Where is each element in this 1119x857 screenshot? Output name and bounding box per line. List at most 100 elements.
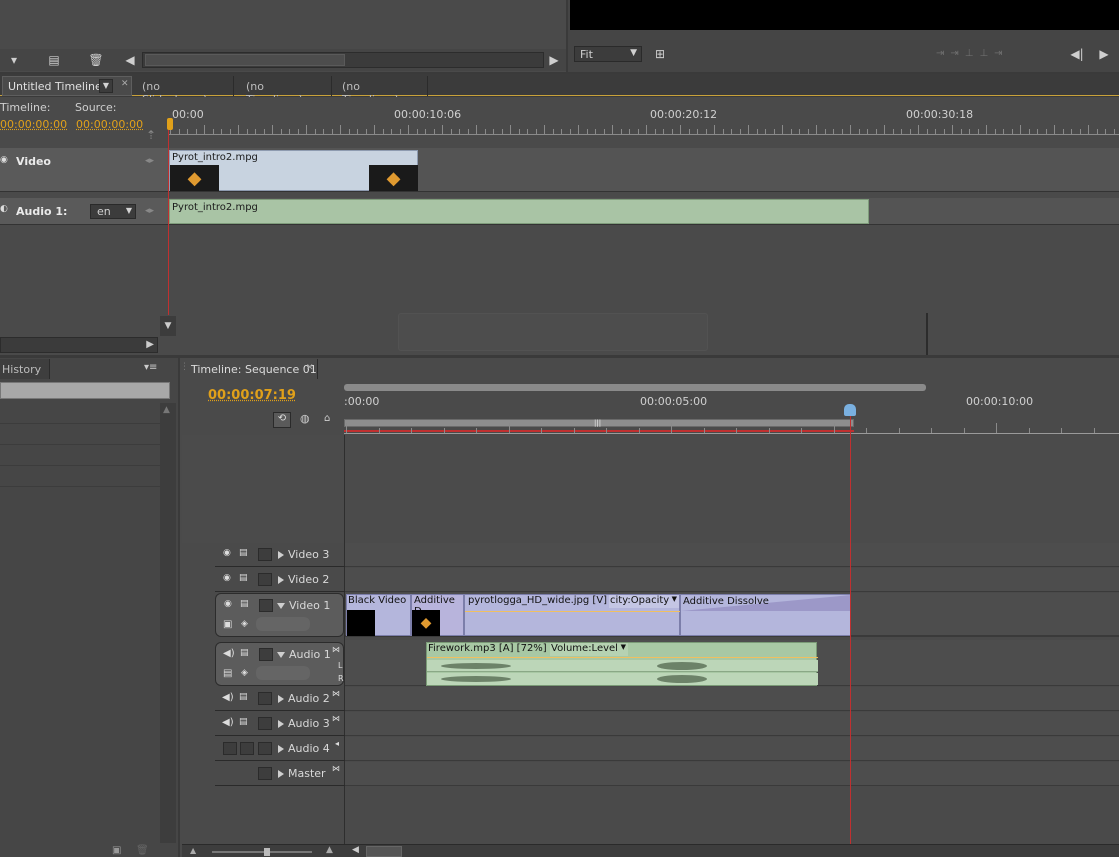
opacity-dropdown[interactable]: city:Opacity ▼ <box>609 595 679 608</box>
scroll-right-icon[interactable]: ▶ <box>546 52 562 68</box>
timeline-zoom-bar[interactable] <box>344 384 926 391</box>
speaker-icon[interactable]: ◐ <box>0 204 8 214</box>
zoom-slider-thumb[interactable] <box>264 848 270 856</box>
scroll-left-icon[interactable]: ◀ <box>352 845 359 855</box>
playhead-handle[interactable] <box>844 404 856 416</box>
lock-toggle[interactable] <box>258 767 272 780</box>
clip-black-video[interactable]: Black Video <box>346 594 411 636</box>
filmstrip-icon[interactable]: ▤ <box>240 599 249 609</box>
marker-icon[interactable]: ⌂ <box>324 413 330 424</box>
track-nav-icon[interactable]: ◂▸ <box>145 206 154 216</box>
clip-pyrotlogga[interactable]: pyrotlogga_HD_wide.jpg [V] city:Opacity … <box>464 594 681 636</box>
upper-audio-clip[interactable]: Pyrot_intro2.mpg <box>169 199 869 224</box>
horizontal-scrollbar-thumb[interactable] <box>366 846 402 857</box>
lock-toggle[interactable] <box>258 692 272 705</box>
filmstrip-icon[interactable]: ▤ <box>239 548 253 561</box>
horizontal-scrollbar[interactable] <box>142 52 544 68</box>
filmstrip-icon[interactable]: ▤ <box>240 648 249 658</box>
keyframe-nav[interactable] <box>256 617 310 631</box>
collapse-triangle-icon[interactable] <box>277 603 285 609</box>
expand-triangle-icon[interactable] <box>278 745 284 753</box>
volume-rubberband[interactable] <box>427 657 818 658</box>
play-icon[interactable]: ▶ <box>1096 46 1112 62</box>
sync-toggle[interactable] <box>240 742 254 755</box>
expand-triangle-icon[interactable] <box>278 576 284 584</box>
history-menu-icon[interactable]: ▾≡ <box>144 362 157 373</box>
sequence-timecode[interactable]: 00:00:07:19 <box>208 388 296 403</box>
lock-toggle[interactable] <box>259 648 273 661</box>
speaker-icon[interactable]: ◀) <box>223 648 235 659</box>
filmstrip-icon[interactable]: ▤ <box>239 692 248 702</box>
history-trash-icon[interactable]: 🗑 <box>136 845 149 856</box>
fit-dropdown[interactable]: Fit ▼ <box>574 46 642 62</box>
lightbulb-icon[interactable]: ◍ <box>300 412 310 425</box>
track-nav-icon[interactable]: ◂▸ <box>145 156 154 166</box>
filmstrip-icon[interactable]: ▤ <box>239 573 253 586</box>
lock-toggle[interactable] <box>258 548 272 561</box>
trash-icon[interactable]: 🗑 <box>88 52 104 68</box>
chevron-down-icon[interactable]: ▼ <box>99 79 113 93</box>
tab-no-timelines-1[interactable]: (no Timelines) <box>238 76 332 106</box>
expand-triangle-icon[interactable] <box>278 695 284 703</box>
waveform-icon[interactable]: ▤ <box>223 668 232 679</box>
sequence-panel-grip[interactable]: ⋮ <box>180 362 189 376</box>
clip-additive-dissolve-1[interactable]: Additive D ◆ <box>411 594 464 636</box>
opacity-rubberband[interactable] <box>465 611 681 612</box>
history-tab[interactable]: History <box>0 359 50 379</box>
step-back-icon[interactable]: ◀| <box>1068 46 1086 62</box>
history-new-icon[interactable]: ▣ <box>112 845 121 856</box>
filmstrip-icon[interactable]: ▤ <box>239 717 248 727</box>
safe-margins-icon[interactable]: ⊞ <box>652 46 668 62</box>
scrollbar-thumb[interactable] <box>145 54 345 66</box>
filter-icon[interactable]: ▾ <box>6 52 22 68</box>
keyframe-nav[interactable] <box>256 666 310 680</box>
work-area-grip[interactable]: ||| <box>594 419 602 427</box>
speaker-icon[interactable]: ◀) <box>222 692 234 703</box>
upper-hscrollbar[interactable]: ▶ <box>0 337 158 353</box>
expand-triangle-icon[interactable] <box>278 770 284 778</box>
keyframe-icon[interactable]: ◈ <box>241 668 248 678</box>
lock-toggle[interactable] <box>258 742 272 755</box>
sequence-ruler[interactable]: :00:00 00:00:05:00 00:00:10:00 ||| <box>344 393 1119 434</box>
upper-vscroll-down-icon[interactable]: ▼ <box>160 316 176 336</box>
collapse-triangle-icon[interactable] <box>277 652 285 658</box>
upper-playhead-marker[interactable] <box>167 118 173 130</box>
lock-toggle[interactable] <box>259 599 273 612</box>
language-dropdown[interactable]: en ▼ <box>90 204 136 219</box>
keyframe-icon[interactable]: ◈ <box>241 619 248 629</box>
expand-triangle-icon[interactable] <box>278 551 284 559</box>
eye-icon[interactable]: ◉ <box>224 599 232 609</box>
source-timecode[interactable]: 00:00:00:00 <box>76 118 143 131</box>
history-vscrollbar[interactable]: ▲ <box>160 403 176 843</box>
scroll-up-icon[interactable]: ▲ <box>163 405 170 415</box>
close-icon[interactable]: ✕ <box>121 79 129 89</box>
eye-icon[interactable]: ◉ <box>0 155 10 165</box>
volume-dropdown[interactable]: Volume:Level ▼ <box>550 643 628 656</box>
expand-triangle-icon[interactable] <box>278 720 284 728</box>
eye-icon[interactable]: ◉ <box>223 548 237 561</box>
scroll-right-icon[interactable]: ▶ <box>146 339 154 350</box>
zoom-out-icon[interactable]: ▲ <box>190 846 196 855</box>
display-style-icon[interactable]: ▣ <box>223 619 232 630</box>
tab-untitled-timeline[interactable]: Untitled Timeline ▼ ✕ <box>2 76 132 96</box>
snap-icon[interactable]: ⟲ <box>273 412 291 428</box>
speaker-icon[interactable]: ◀) <box>222 717 234 728</box>
add-marker-icon[interactable]: ⇡ <box>146 128 156 142</box>
clip-firework-audio[interactable]: Firework.mp3 [A] [72%] Volume:Level ▼ <box>426 642 818 686</box>
lock-toggle[interactable] <box>258 717 272 730</box>
new-item-icon[interactable]: ▤ <box>46 52 62 68</box>
eye-icon[interactable]: ◉ <box>223 573 237 586</box>
scroll-left-icon[interactable]: ◀ <box>122 52 138 68</box>
upper-video-clip[interactable]: Pyrot_intro2.mpg ◆ ◆ <box>169 150 418 191</box>
timeline-timecode[interactable]: 00:00:00:00 <box>0 118 67 131</box>
clip-additive-dissolve-2[interactable]: Additive Dissolve <box>680 594 851 636</box>
close-icon[interactable]: ✕ <box>306 363 314 373</box>
tab-no-slideshows[interactable]: (no Slideshows) <box>134 76 234 106</box>
zoom-slider[interactable] <box>212 848 312 856</box>
speaker-toggle[interactable] <box>223 742 237 755</box>
zoom-in-icon[interactable]: ▲ <box>326 845 333 855</box>
tab-no-timelines-2[interactable]: (no Timelines) <box>334 76 428 106</box>
lock-toggle[interactable] <box>258 573 272 586</box>
sequence-tab[interactable]: Timeline: Sequence 01 ✕ <box>188 359 318 379</box>
upper-timeline-ruler[interactable]: 00:00 00:00:10:06 00:00:20:12 00:00:30:1… <box>168 104 1119 146</box>
